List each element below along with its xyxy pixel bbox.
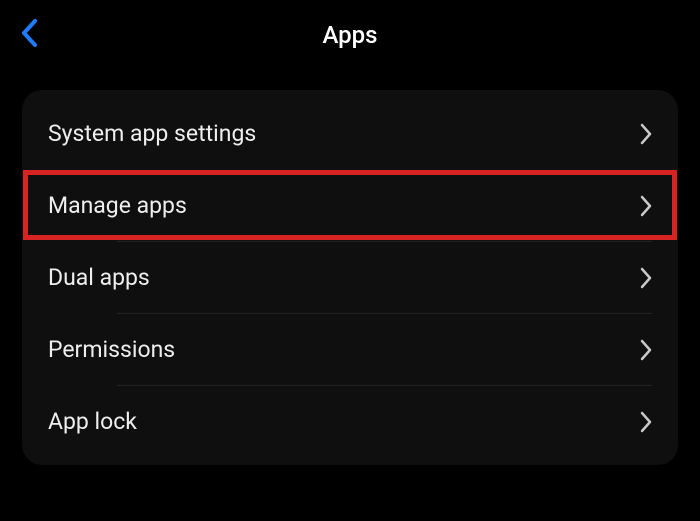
page-title: Apps [20, 21, 680, 49]
chevron-right-icon [640, 123, 652, 145]
list-item-label: System app settings [48, 120, 256, 147]
list-item-label: Dual apps [48, 264, 150, 291]
back-icon [20, 18, 38, 52]
list-item-manage-apps[interactable]: Manage apps [22, 170, 678, 241]
list-item-system-app-settings[interactable]: System app settings [22, 98, 678, 169]
list-item-dual-apps[interactable]: Dual apps [22, 242, 678, 313]
list-item-label: Permissions [48, 336, 175, 363]
header-bar: Apps [0, 0, 700, 70]
chevron-right-icon [640, 267, 652, 289]
chevron-right-icon [640, 195, 652, 217]
settings-panel: System app settings Manage apps Dual app… [22, 90, 678, 465]
back-button[interactable] [20, 18, 38, 52]
list-item-permissions[interactable]: Permissions [22, 314, 678, 385]
list-item-label: Manage apps [48, 192, 187, 219]
list-item-label: App lock [48, 408, 137, 435]
list-item-app-lock[interactable]: App lock [22, 386, 678, 457]
chevron-right-icon [640, 339, 652, 361]
chevron-right-icon [640, 411, 652, 433]
